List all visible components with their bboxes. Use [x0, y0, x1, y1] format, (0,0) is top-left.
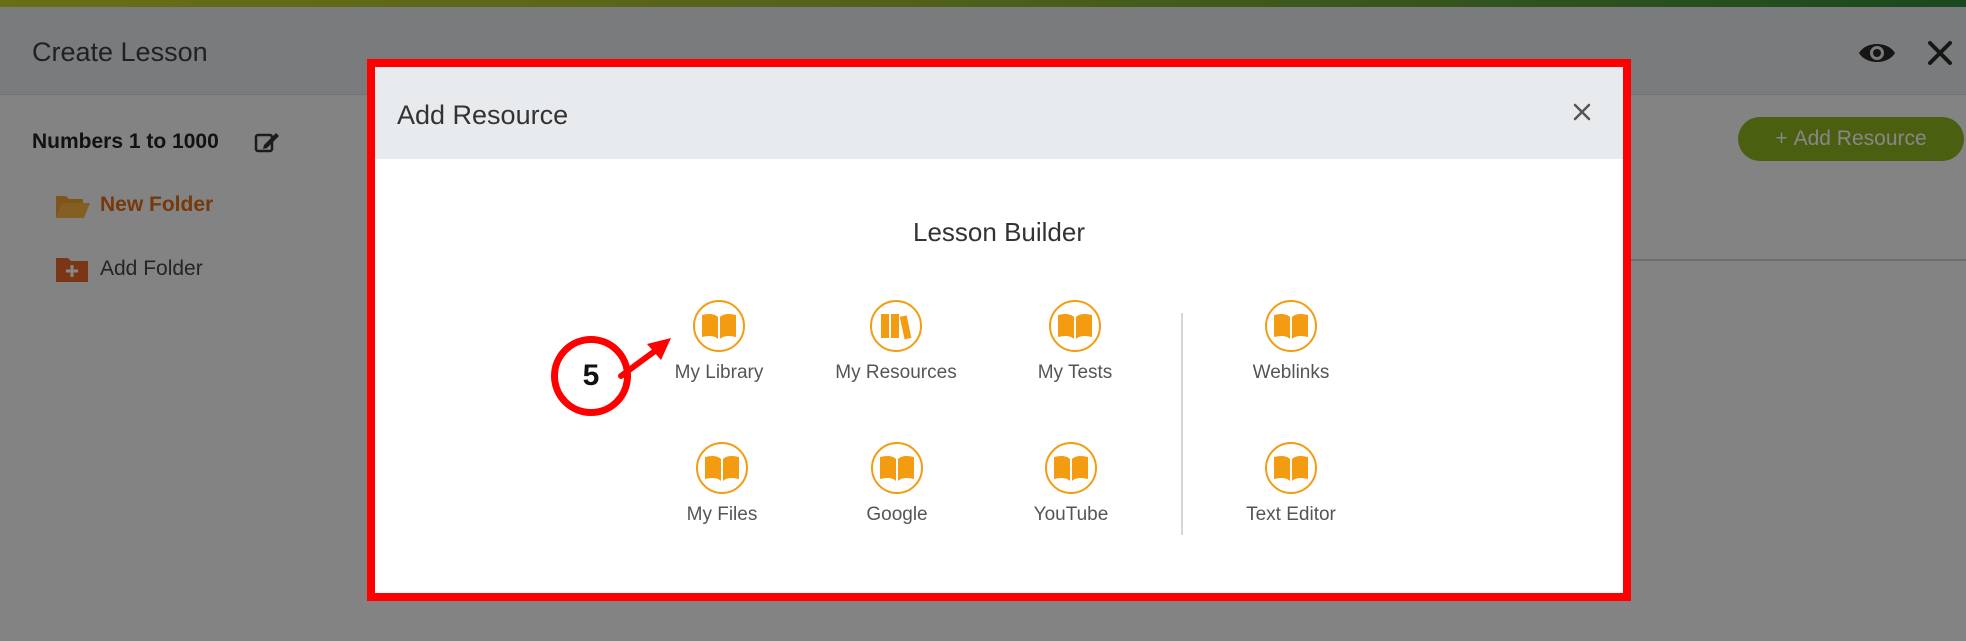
- resource-label: Text Editor: [1246, 504, 1336, 525]
- book-icon: [696, 442, 748, 494]
- arrow-icon: [618, 338, 671, 379]
- modal-title: Add Resource: [397, 100, 569, 130]
- add-resource-modal: Add Resource Lesson Builder My Library M…: [367, 59, 1631, 601]
- resource-label: Google: [866, 504, 928, 525]
- book-icon: [871, 442, 923, 494]
- resource-text-editor[interactable]: Text Editor: [1216, 442, 1366, 526]
- resource-label: My Resources: [835, 362, 957, 383]
- resource-label: My Files: [686, 504, 758, 525]
- book-icon: [1265, 442, 1317, 494]
- vertical-divider: [1181, 313, 1183, 535]
- resource-youtube[interactable]: YouTube: [996, 442, 1146, 526]
- resource-my-tests[interactable]: My Tests: [1000, 300, 1150, 384]
- resource-label: YouTube: [1033, 504, 1109, 525]
- resource-my-resources[interactable]: My Resources: [821, 300, 971, 384]
- modal-header: Add Resource: [375, 67, 1623, 159]
- books-icon: [870, 300, 922, 352]
- resource-weblinks[interactable]: Weblinks: [1216, 300, 1366, 384]
- resource-label: My Tests: [1037, 362, 1113, 383]
- resource-google[interactable]: Google: [822, 442, 972, 526]
- resource-my-files[interactable]: My Files: [647, 442, 797, 526]
- book-icon: [693, 300, 745, 352]
- resource-label: Weblinks: [1252, 362, 1330, 383]
- section-title: Lesson Builder: [913, 217, 1085, 247]
- close-icon[interactable]: [1571, 101, 1593, 123]
- book-icon: [1049, 300, 1101, 352]
- book-icon: [1045, 442, 1097, 494]
- book-icon: [1265, 300, 1317, 352]
